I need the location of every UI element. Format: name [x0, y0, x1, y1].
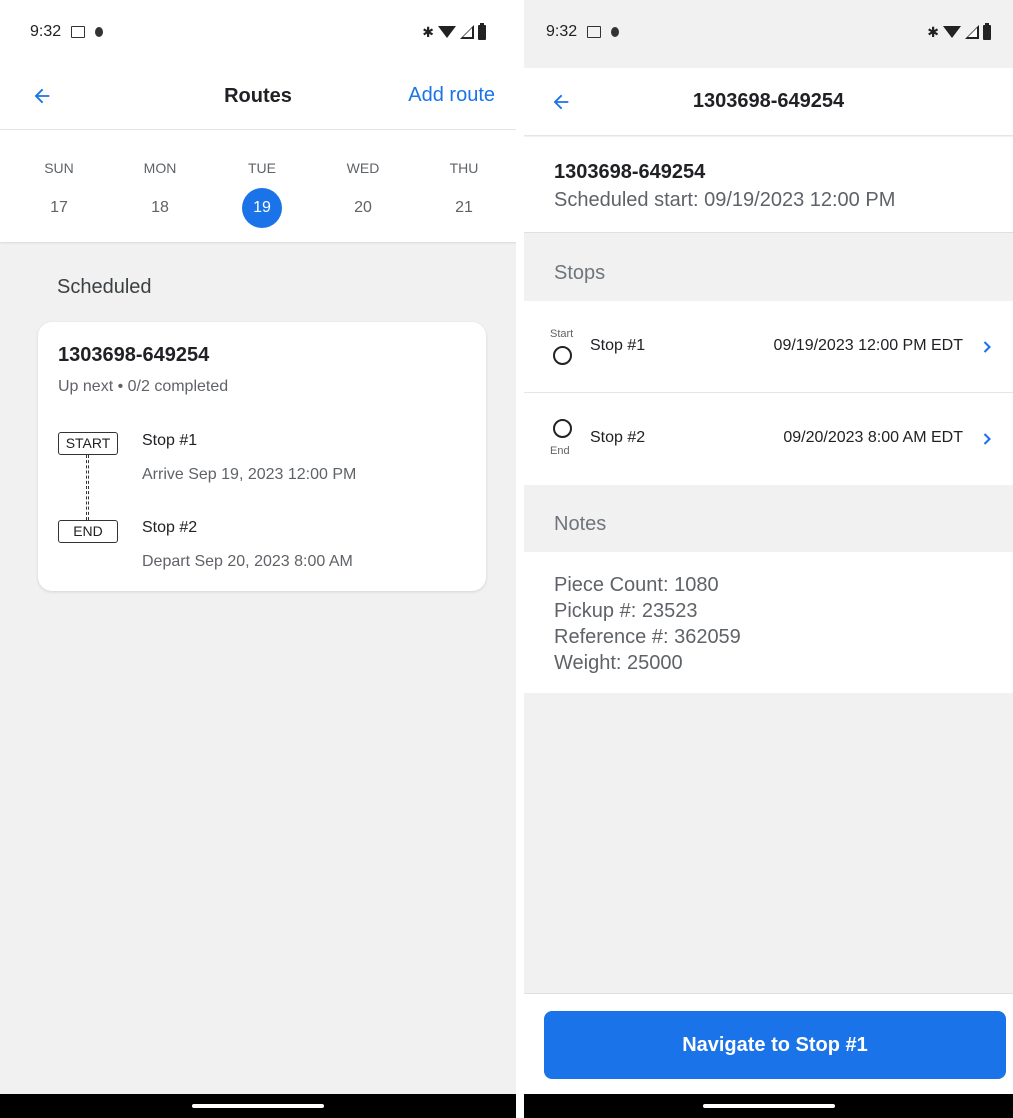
stop-time: 09/19/2023 12:00 PM EDT — [773, 337, 963, 354]
bluetooth-icon: ✱ — [927, 23, 939, 40]
day-number: 17 — [50, 199, 68, 216]
stop-circle-icon — [553, 419, 572, 438]
notes-panel: Piece Count: 1080 Pickup #: 23523 Refere… — [524, 552, 1013, 693]
route-detail-screen: 9:32 ✱ 1303698-649254 1303698-649254 Sch… — [524, 0, 1013, 1118]
navigate-button[interactable]: Navigate to Stop #1 — [544, 1011, 1006, 1079]
stop-1-time: Arrive Sep 19, 2023 12:00 PM — [142, 466, 357, 483]
battery-icon — [478, 22, 486, 40]
section-heading-stops: Stops — [554, 262, 606, 284]
page-title: 1303698-649254 — [692, 90, 845, 112]
stop-row-2[interactable]: End Stop #2 09/20/2023 8:00 AM EDT — [524, 393, 1013, 485]
week-strip: SUN 17 MON 18 TUE 19 WED 20 THU 21 — [0, 130, 516, 242]
day-number-selected: 19 — [242, 188, 282, 228]
add-route-button[interactable]: Add route — [408, 84, 495, 107]
route-info: 1303698-649254 Scheduled start: 09/19/20… — [524, 137, 1013, 233]
day-label: TUE — [248, 160, 276, 176]
route-card[interactable]: 1303698-649254 Up next • 0/2 completed S… — [38, 322, 486, 591]
stop-row-1[interactable]: Start Stop #1 09/19/2023 12:00 PM EDT — [524, 301, 1013, 393]
bottom-action-bar: Navigate to Stop #1 — [524, 993, 1013, 1094]
note-reference: Reference #: 362059 — [554, 626, 741, 648]
day-label: WED — [346, 160, 380, 176]
notification-dot-icon — [95, 27, 104, 37]
stop-time: 09/20/2023 8:00 AM EDT — [783, 429, 963, 446]
stop-circle-icon — [553, 346, 572, 365]
signal-icon — [965, 25, 979, 39]
status-time: 9:32 — [546, 23, 578, 40]
message-icon — [71, 26, 86, 38]
stop-2-name: Stop #2 — [142, 519, 198, 536]
day-label: SUN — [44, 160, 74, 176]
app-bar: Routes Add route — [0, 64, 516, 130]
stop-1-name: Stop #1 — [142, 432, 198, 449]
notification-dot-icon — [611, 27, 620, 37]
signal-icon — [460, 25, 474, 39]
bluetooth-icon: ✱ — [422, 23, 434, 40]
stop-name: Stop #1 — [590, 337, 646, 354]
routes-screen: 9:32 ✱ Routes Add route SUN 17 MON 18 TU… — [0, 0, 516, 1118]
route-connector — [86, 455, 89, 520]
wifi-icon — [438, 26, 456, 38]
start-badge: Start — [550, 328, 574, 340]
day-number: 20 — [354, 199, 372, 216]
stop-2-time: Depart Sep 20, 2023 8:00 AM — [142, 553, 353, 570]
stop-name: Stop #2 — [590, 429, 646, 446]
note-weight: Weight: 25000 — [554, 652, 683, 674]
message-icon — [587, 26, 602, 38]
section-heading-scheduled: Scheduled — [57, 276, 152, 298]
day-number: 21 — [455, 199, 473, 216]
system-nav-bar — [0, 1094, 516, 1118]
app-bar: 1303698-649254 — [524, 68, 1013, 136]
status-bar: 9:32 ✱ — [524, 0, 1013, 64]
wifi-icon — [943, 26, 961, 38]
end-tag: END — [58, 520, 118, 543]
status-bar: 9:32 ✱ — [0, 0, 516, 64]
route-id: 1303698-649254 — [554, 161, 706, 183]
chevron-right-icon — [983, 341, 991, 353]
end-badge: End — [550, 445, 570, 457]
section-heading-notes: Notes — [554, 513, 607, 535]
route-card-subtitle: Up next • 0/2 completed — [58, 378, 229, 395]
battery-icon — [983, 22, 991, 40]
home-handle[interactable] — [702, 1104, 835, 1108]
scheduled-start: Scheduled start: 09/19/2023 12:00 PM — [554, 189, 896, 211]
day-number: 18 — [151, 199, 169, 216]
note-piece-count: Piece Count: 1080 — [554, 574, 719, 596]
status-time: 9:32 — [30, 23, 62, 40]
note-pickup: Pickup #: 23523 — [554, 600, 698, 622]
day-label: THU — [449, 160, 479, 176]
route-card-title: 1303698-649254 — [58, 344, 210, 366]
chevron-right-icon — [983, 433, 991, 445]
start-tag: START — [58, 432, 118, 455]
system-nav-bar — [524, 1094, 1013, 1118]
day-label: MON — [143, 160, 177, 176]
home-handle[interactable] — [192, 1104, 324, 1108]
